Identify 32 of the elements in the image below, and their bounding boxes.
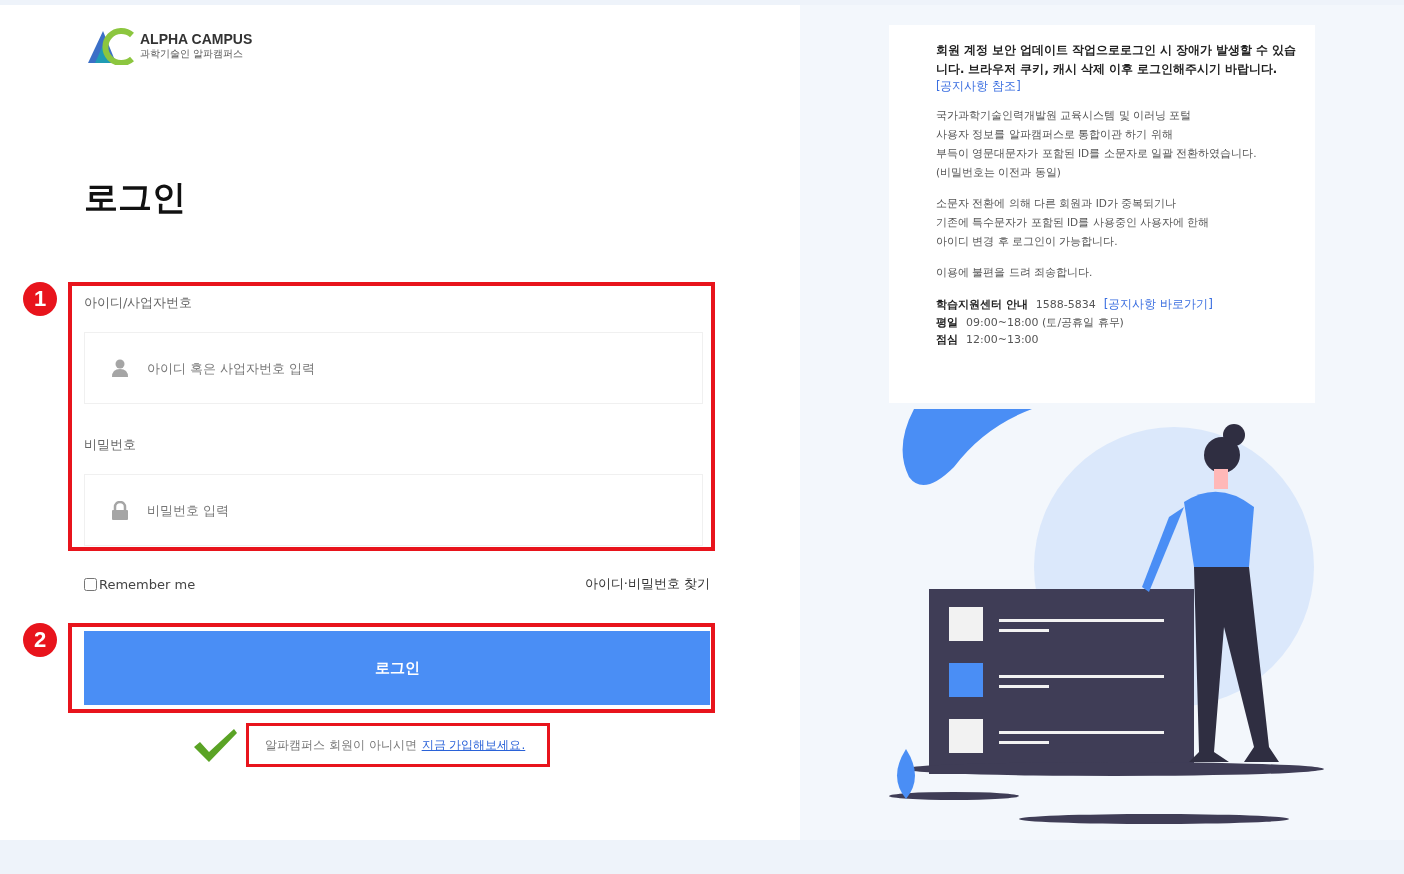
lock-icon [111, 501, 129, 520]
step-number: 1 [23, 282, 57, 316]
login-button[interactable]: 로그인 [84, 631, 710, 705]
notice-paragraph: 이용에 불편을 드려 죄송합니다. [936, 265, 1094, 280]
contact-label: 학습지원센터 안내 [936, 297, 1028, 312]
notice-paragraph: 국가과학기술인력개발원 교육시스템 및 이러닝 포털 사용자 정보를 알파캠퍼스로 통합이관 하기 위해 부득이 영문대문자가 포함된 ID를 소문자로 일괄 전환하였습니다. (비밀번호는 이전과 동일) [936, 108, 1258, 180]
contact-label: 평일 [936, 315, 958, 330]
field-label: 아이디/사업자번호 [84, 294, 194, 312]
logo-tagline: 과학기술인 알파캠퍼스 [140, 47, 245, 61]
find-account-link[interactable]: 아이디·비밀번호 찾기 [584, 575, 710, 593]
logo-icon [86, 27, 136, 65]
notice-paragraph: 소문자 전환에 의해 다른 회원과 ID가 중복되기나 기존에 특수문자가 포함된 ID를 사용중인 사용자에 한해 아이디 변경 후 로그인이 가능합니다. [936, 196, 1211, 249]
contact-value: 1588-5834 [1035, 298, 1096, 311]
user-icon [111, 359, 129, 377]
notice-link[interactable]: [공지사항 바로가기] [1103, 296, 1213, 313]
signup-text: 알파캠퍼스 회원이 아니시면 [265, 736, 417, 754]
contact-value: 12:00~13:00 [966, 333, 1039, 346]
notice-link[interactable]: [공지사항 참조] [936, 79, 1021, 93]
leaf-drawing [897, 749, 915, 799]
notice-message: 회원 계정 보안 업데이트 작업으로로그인 시 장애가 발생할 수 있습니다. 브라우저 쿠키, 캐시 삭제 이후 로그인해주시기 바랍니다. [936, 42, 1298, 78]
logo-name: ALPHA CAMPUS [140, 31, 253, 47]
remember-label: Remember me [99, 576, 196, 592]
remember-checkbox[interactable] [84, 577, 97, 591]
checkmark-icon [192, 727, 238, 763]
input-field[interactable]: 아이디 혹은 사업자번호 입력 [84, 332, 703, 404]
input-field[interactable]: 비밀번호 입력 [84, 474, 703, 546]
page-title: 로그인 [84, 177, 187, 217]
contact-value: 09:00~18:00 (토/공휴일 휴무) [966, 315, 1124, 330]
field-label: 비밀번호 [84, 436, 137, 454]
step-number: 2 [23, 623, 57, 657]
signup-link[interactable]: 지금 가입해보세요. [421, 736, 526, 754]
contact-label: 점심 [936, 332, 958, 347]
